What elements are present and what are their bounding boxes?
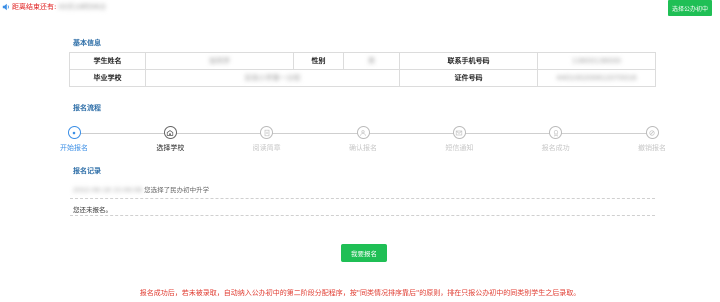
info-value: 实验小学第一分校 bbox=[145, 69, 400, 87]
select-public-school-button[interactable]: 选择公办初中 bbox=[668, 0, 712, 16]
document-icon bbox=[264, 129, 270, 136]
step-6: 报名成功 bbox=[526, 126, 586, 153]
countdown-value: 00天18时06分 bbox=[58, 3, 107, 11]
message-icon bbox=[456, 130, 463, 135]
info-value-text: 13800138000 bbox=[572, 57, 621, 65]
info-label: 证件号码 bbox=[399, 69, 538, 87]
badge-icon bbox=[553, 129, 558, 137]
info-label-text: 性别 bbox=[311, 57, 326, 65]
divider bbox=[70, 215, 655, 216]
step-circle bbox=[356, 126, 370, 139]
info-label: 性别 bbox=[293, 52, 344, 70]
step-2: 选择学校 bbox=[140, 126, 200, 153]
step-label: 短信通知 bbox=[445, 144, 474, 152]
process-steps: 开始报名 选择学校 阅读简章 确认报名 短信通知 报名成功 撤销报名 bbox=[60, 126, 666, 156]
notice-text: 报名成功后，若未被录取，自动纳入公办初中的第二阶段分配程序，按"同类情况排序靠后… bbox=[139, 289, 581, 297]
info-value-text: 440100200812070016 bbox=[556, 74, 637, 82]
process-title: 报名流程 bbox=[73, 104, 101, 112]
info-label: 毕业学校 bbox=[69, 69, 146, 87]
info-value: 440100200812070016 bbox=[537, 69, 656, 87]
info-value: 男 bbox=[343, 52, 400, 70]
info-label-text: 联系手机号码 bbox=[447, 57, 490, 65]
step-3: 阅读简章 bbox=[237, 126, 297, 153]
step-circle bbox=[260, 126, 274, 139]
info-value: 张同学 bbox=[145, 52, 294, 70]
record-status: 您还未报名。 bbox=[73, 206, 112, 214]
countdown-label: 距离结束还有: bbox=[12, 3, 57, 11]
info-label-text: 毕业学校 bbox=[93, 74, 122, 82]
step-7: 撤销报名 bbox=[622, 126, 682, 153]
divider bbox=[70, 198, 655, 199]
step-circle bbox=[452, 126, 466, 139]
record-entry: 2022-06-18 15:06:08 您选择了民办初中升学 bbox=[73, 184, 209, 194]
step-circle bbox=[67, 126, 81, 139]
step-label: 阅读简章 bbox=[252, 144, 281, 152]
cancel-icon bbox=[649, 129, 655, 136]
basic-info-table: 学生姓名 张同学 性别 男 联系手机号码 13800138000 毕业学校 实验小学第一分校 证… bbox=[69, 52, 656, 87]
info-value: 13800138000 bbox=[537, 52, 656, 70]
school-icon bbox=[167, 129, 174, 136]
info-label-text: 证件号码 bbox=[454, 74, 483, 82]
step-4: 确认报名 bbox=[333, 126, 393, 153]
apply-button[interactable]: 我要报名 bbox=[341, 244, 387, 262]
record-text: 您选择了民办初中升学 bbox=[144, 186, 210, 194]
step-1: 开始报名 bbox=[44, 126, 104, 153]
info-label: 联系手机号码 bbox=[399, 52, 538, 70]
step-label: 开始报名 bbox=[60, 144, 88, 152]
step-label: 撤销报名 bbox=[638, 144, 666, 152]
step-5: 短信通知 bbox=[429, 126, 489, 153]
speaker-icon bbox=[2, 3, 9, 11]
record-time: 2022-06-18 15:06:08 bbox=[73, 186, 143, 194]
info-value-text: 张同学 bbox=[209, 57, 230, 65]
step-label: 选择学校 bbox=[156, 144, 185, 152]
step-circle bbox=[645, 126, 659, 139]
countdown: 距离结束还有: 00天18时06分 bbox=[2, 2, 106, 12]
play-icon bbox=[72, 131, 76, 134]
info-value-text: 实验小学第一分校 bbox=[244, 74, 301, 82]
step-circle bbox=[549, 126, 563, 139]
user-check-icon bbox=[360, 129, 366, 136]
info-row: 毕业学校 实验小学第一分校 证件号码 440100200812070016 bbox=[69, 69, 656, 87]
info-row: 学生姓名 张同学 性别 男 联系手机号码 13800138000 bbox=[69, 52, 656, 70]
info-label: 学生姓名 bbox=[69, 52, 146, 70]
basic-info-title: 基本信息 bbox=[73, 39, 101, 47]
info-value-text: 男 bbox=[368, 57, 375, 65]
step-circle bbox=[163, 126, 177, 139]
step-label: 报名成功 bbox=[541, 144, 570, 152]
records-title: 报名记录 bbox=[73, 167, 101, 175]
info-label-text: 学生姓名 bbox=[93, 57, 122, 65]
step-label: 确认报名 bbox=[349, 144, 377, 152]
